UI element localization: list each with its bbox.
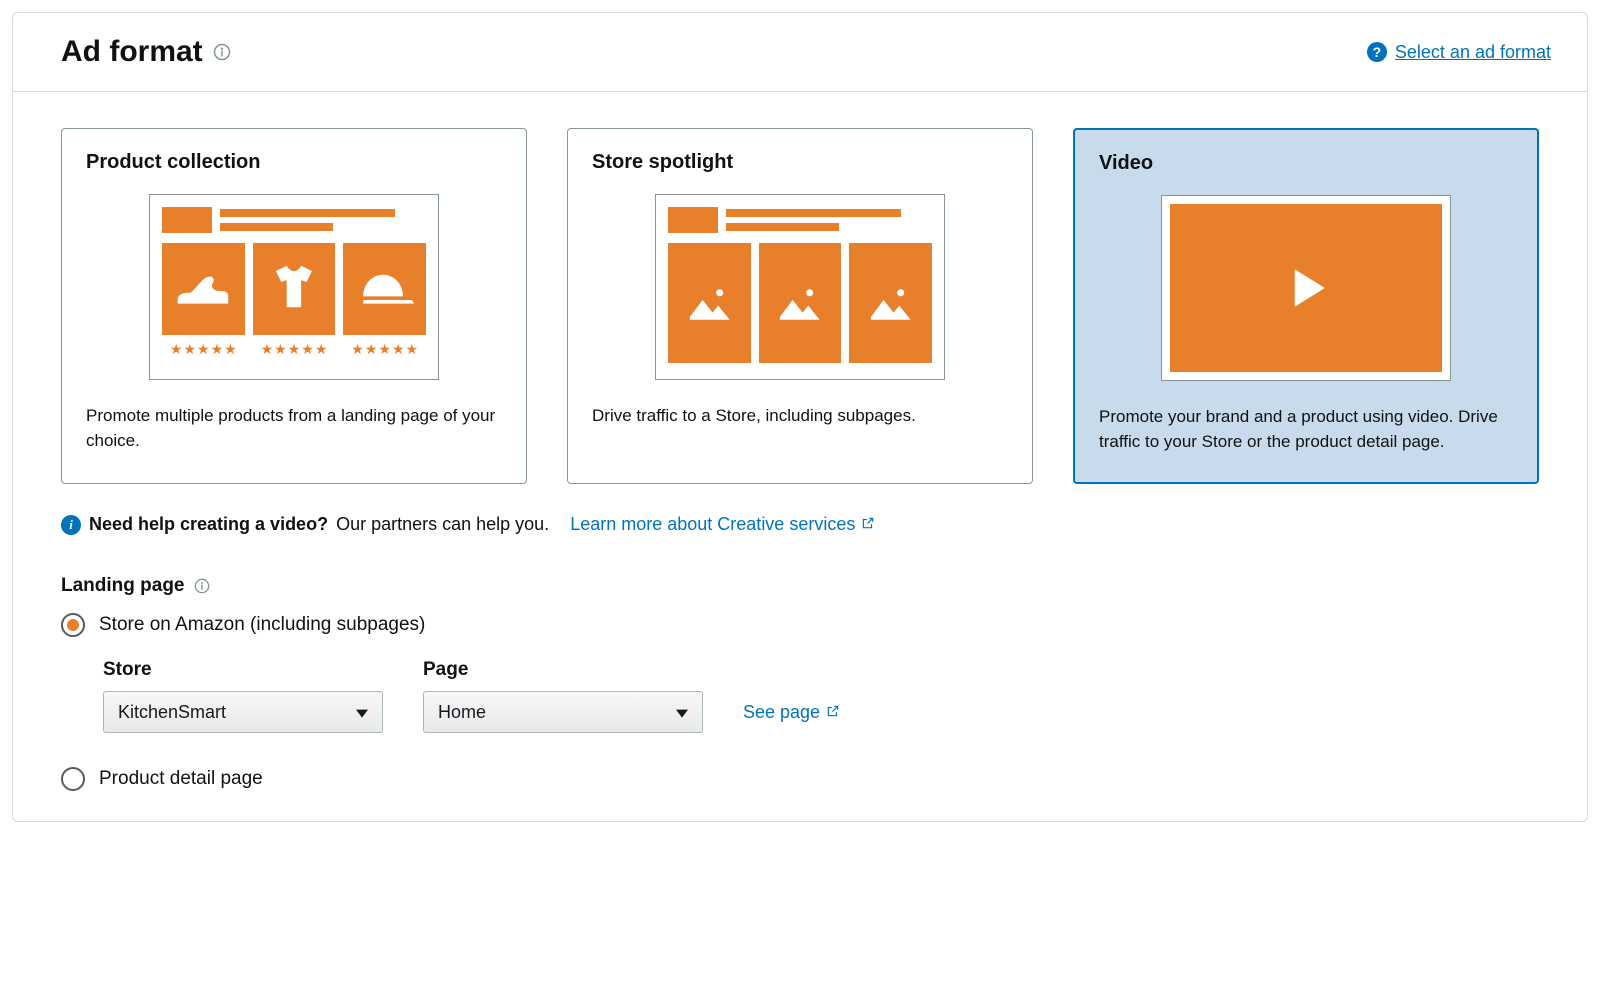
radio-icon <box>61 613 85 637</box>
info-badge-icon: i <box>61 515 81 535</box>
help-icon: ? <box>1367 42 1387 62</box>
stars-icon: ★★★★★ <box>253 341 336 358</box>
select-ad-format-link-text: Select an ad format <box>1395 42 1551 63</box>
stars-icon: ★★★★★ <box>343 341 426 358</box>
see-page-link-text: See page <box>743 702 820 723</box>
page-title-text: Ad format <box>61 35 203 69</box>
video-help-banner: i Need help creating a video? Our partne… <box>61 514 1539 535</box>
creative-services-link-text: Learn more about Creative services <box>570 514 855 535</box>
shoe-icon <box>162 243 245 335</box>
store-select-value: KitchenSmart <box>118 702 226 723</box>
info-icon[interactable] <box>213 43 231 61</box>
card-title: Product collection <box>86 151 502 174</box>
creative-services-link[interactable]: Learn more about Creative services <box>570 514 875 535</box>
store-field-label: Store <box>103 659 383 681</box>
card-desc: Drive traffic to a Store, including subp… <box>592 404 1008 429</box>
help-banner-bold: Need help creating a video? <box>89 514 328 535</box>
radio-icon <box>61 767 85 791</box>
page-select-value: Home <box>438 702 486 723</box>
card-desc: Promote your brand and a product using v… <box>1099 405 1513 454</box>
ad-format-panel: Ad format ? Select an ad format Product … <box>12 12 1588 822</box>
store-field: Store KitchenSmart <box>103 659 383 733</box>
card-video[interactable]: Video Promote your brand and a product u… <box>1073 128 1539 484</box>
info-icon[interactable] <box>193 577 211 595</box>
card-illustration <box>1161 195 1451 381</box>
page-select[interactable]: Home <box>423 691 703 733</box>
store-select[interactable]: KitchenSmart <box>103 691 383 733</box>
stars-icon: ★★★★★ <box>162 341 245 358</box>
play-icon <box>1170 204 1442 372</box>
see-page-link[interactable]: See page <box>743 702 840 723</box>
radio-store-on-amazon[interactable]: Store on Amazon (including subpages) <box>61 613 1539 637</box>
select-ad-format-link[interactable]: ? Select an ad format <box>1367 42 1551 63</box>
card-desc: Promote multiple products from a landing… <box>86 404 502 453</box>
help-banner-text: Our partners can help you. <box>336 514 549 535</box>
radio-label: Store on Amazon (including subpages) <box>99 614 425 636</box>
card-illustration: ★★★★★ ★★★★★ ★★★★★ <box>149 194 439 380</box>
external-link-icon <box>826 702 840 723</box>
store-subform: Store KitchenSmart Page Home See page <box>103 659 1539 733</box>
ad-format-cards: Product collection <box>61 128 1539 484</box>
cap-icon <box>343 243 426 335</box>
card-product-collection[interactable]: Product collection <box>61 128 527 484</box>
tshirt-icon <box>253 243 336 335</box>
image-icon <box>759 243 842 363</box>
card-illustration <box>655 194 945 380</box>
panel-header: Ad format ? Select an ad format <box>13 13 1587 92</box>
radio-product-detail-page[interactable]: Product detail page <box>61 767 1539 791</box>
page-field: Page Home <box>423 659 703 733</box>
panel-body: Product collection <box>13 92 1587 821</box>
radio-label: Product detail page <box>99 768 263 790</box>
external-link-icon <box>861 514 875 535</box>
landing-page-label: Landing page <box>61 575 1539 597</box>
image-icon <box>668 243 751 363</box>
page-title: Ad format <box>61 35 231 69</box>
landing-page-label-text: Landing page <box>61 575 185 597</box>
card-title: Store spotlight <box>592 151 1008 174</box>
page-field-label: Page <box>423 659 703 681</box>
image-icon <box>849 243 932 363</box>
card-store-spotlight[interactable]: Store spotlight <box>567 128 1033 484</box>
card-title: Video <box>1099 152 1513 175</box>
